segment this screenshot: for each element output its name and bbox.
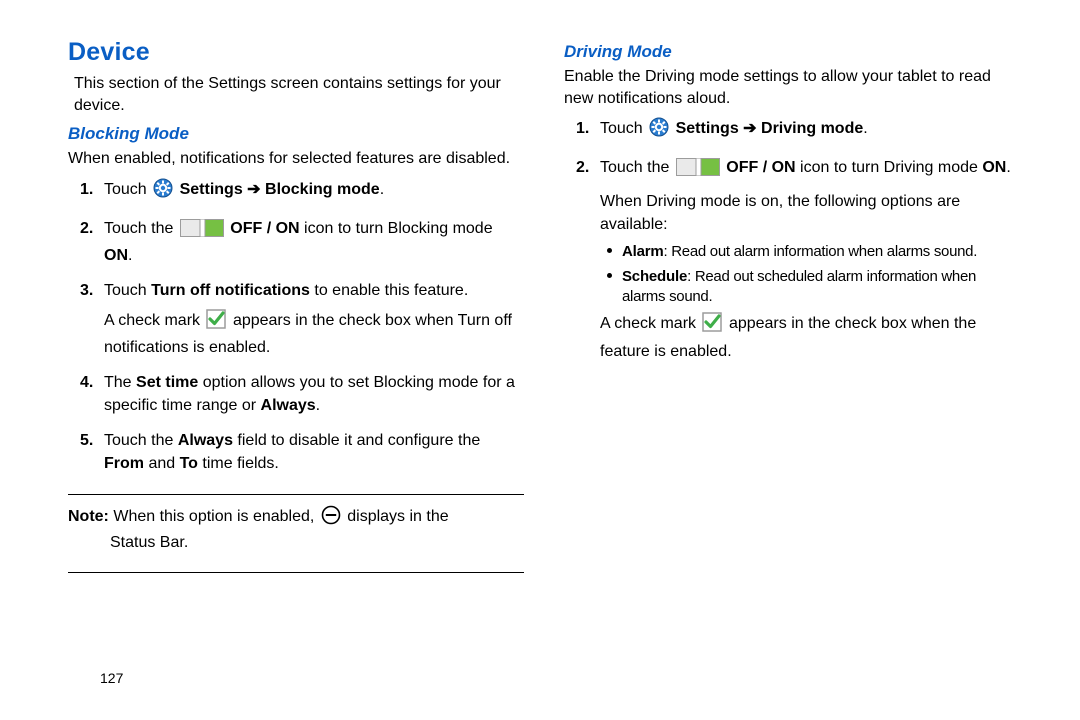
- option-name: Alarm: [622, 243, 664, 260]
- sub-text: A check mark: [104, 312, 204, 329]
- step-text: field to disable it and configure the: [233, 432, 480, 449]
- step-bold: From: [104, 455, 144, 472]
- blocking-steps: Touch: [68, 178, 524, 476]
- step-bold: Always: [261, 397, 316, 414]
- device-intro: This section of the Settings screen cont…: [68, 73, 524, 116]
- blocking-step-1: Touch: [104, 178, 524, 205]
- tail-text: A check mark: [600, 315, 700, 332]
- driving-step-2: Touch the OFF / ON icon to turn Driving …: [600, 156, 1020, 362]
- subheading-blocking-mode: Blocking Mode: [68, 124, 524, 144]
- step-text: time fields.: [198, 455, 279, 472]
- step-text: The: [104, 374, 136, 391]
- step-text: Touch the: [104, 432, 178, 449]
- driving-steps: Touch: [564, 117, 1020, 363]
- step-bold: Set time: [136, 374, 198, 391]
- driving-tail: A check mark appears in the check box wh…: [600, 312, 1020, 362]
- step-subtext: When Driving mode is on, the following o…: [600, 190, 1020, 236]
- checkmark-icon: [702, 312, 722, 339]
- driving-intro: Enable the Driving mode settings to allo…: [564, 66, 1020, 109]
- blocking-step-5: Touch the Always field to disable it and…: [104, 429, 524, 475]
- option-desc: : Read out alarm information when alarms…: [664, 243, 978, 260]
- checkmark-icon: [206, 309, 226, 336]
- step-bold: To: [180, 455, 198, 472]
- option-schedule: Schedule: Read out scheduled alarm infor…: [622, 267, 1020, 306]
- step-text: .: [380, 181, 384, 198]
- step-text: .: [316, 397, 320, 414]
- step-bold: ON: [982, 159, 1006, 176]
- step-text: Touch the: [104, 220, 178, 237]
- step-text: icon to turn Driving mode: [796, 159, 983, 176]
- option-name: Schedule: [622, 268, 687, 285]
- step-bold: OFF / ON: [726, 159, 795, 176]
- step-bold: ON: [104, 247, 128, 264]
- option-alarm: Alarm: Read out alarm information when a…: [622, 242, 1020, 262]
- step-text: Touch the: [600, 159, 674, 176]
- note-text: displays in the: [347, 508, 448, 525]
- step-text: Touch: [104, 282, 151, 299]
- step-text: Touch: [600, 120, 647, 137]
- settings-gear-icon: [153, 178, 173, 205]
- step-bold: Always: [178, 432, 233, 449]
- step-bold: OFF / ON: [230, 220, 299, 237]
- settings-gear-icon: [649, 117, 669, 144]
- step-text: icon to turn Blocking mode: [300, 220, 493, 237]
- blocking-step-4: The Set time option allows you to set Bl…: [104, 371, 524, 417]
- step-text: .: [1006, 159, 1010, 176]
- subheading-driving-mode: Driving Mode: [564, 42, 1020, 62]
- toggle-on-icon: [180, 219, 224, 244]
- blocking-statusbar-icon: [321, 505, 341, 532]
- step-subtext: A check mark appears in the check box wh…: [104, 309, 524, 359]
- step-bold: Settings ➔ Driving mode: [676, 120, 864, 137]
- section-heading-device: Device: [68, 38, 524, 67]
- driving-options: Alarm: Read out alarm information when a…: [600, 242, 1020, 307]
- step-bold: Turn off notifications: [151, 282, 310, 299]
- note-block: Note: When this option is enabled, displ…: [68, 503, 524, 561]
- blocking-step-2: Touch the OFF / ON icon to turn Blocking…: [104, 217, 524, 267]
- step-text: .: [863, 120, 867, 137]
- step-text: Touch: [104, 181, 151, 198]
- step-text: and: [144, 455, 180, 472]
- note-text: When this option is enabled,: [109, 508, 319, 525]
- toggle-on-icon: [676, 158, 720, 183]
- note-divider-bottom: [68, 572, 524, 573]
- step-text: to enable this feature.: [310, 282, 468, 299]
- note-text-cont: Status Bar.: [68, 532, 524, 554]
- note-label: Note:: [68, 508, 109, 525]
- step-text: .: [128, 247, 132, 264]
- blocking-step-3: Touch Turn off notifications to enable t…: [104, 279, 524, 359]
- page-number: 127: [100, 670, 123, 686]
- blocking-intro: When enabled, notifications for selected…: [68, 148, 524, 170]
- step-bold: Settings ➔ Blocking mode: [180, 181, 380, 198]
- driving-step-1: Touch: [600, 117, 1020, 144]
- note-divider-top: [68, 494, 524, 495]
